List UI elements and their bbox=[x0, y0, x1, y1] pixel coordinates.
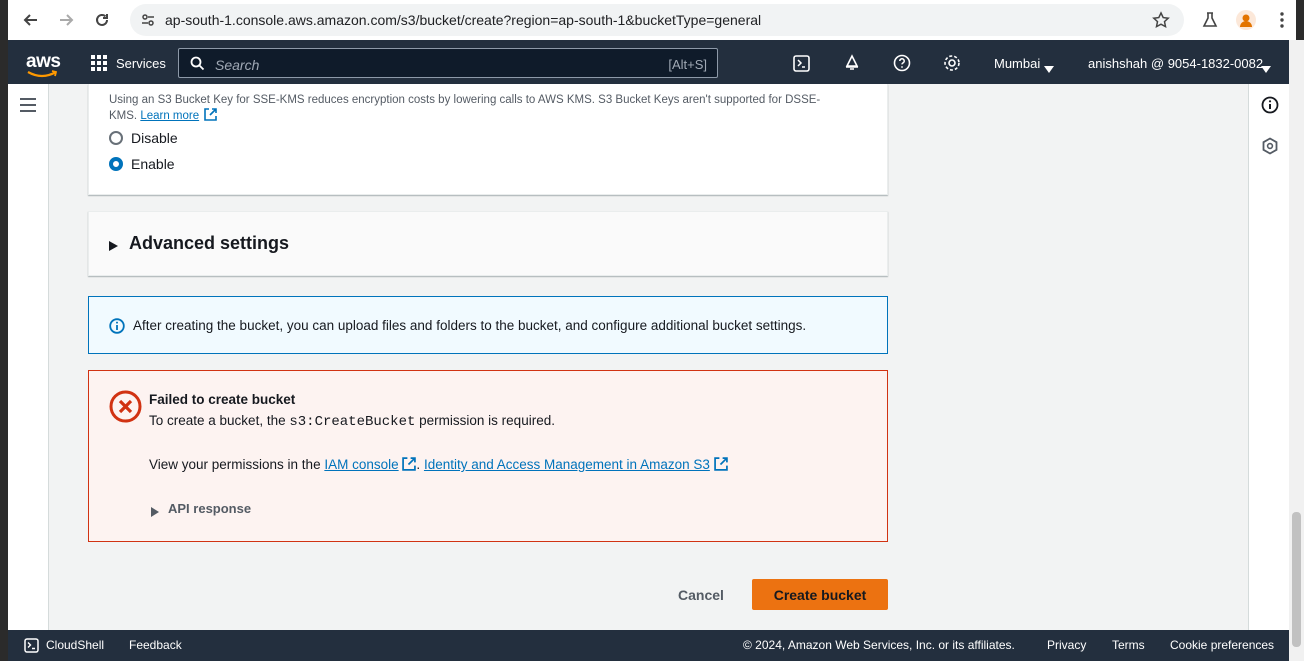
back-arrow-icon[interactable] bbox=[20, 9, 42, 31]
search-shortcut: [Alt+S] bbox=[668, 57, 707, 72]
search-input[interactable]: Search [Alt+S] bbox=[178, 48, 718, 78]
permissions-line: View your permissions in the IAM console… bbox=[149, 457, 728, 474]
privacy-link[interactable]: Privacy bbox=[1047, 638, 1086, 652]
console-footer: CloudShell Feedback © 2024, Amazon Web S… bbox=[8, 630, 1289, 661]
caret-right-icon bbox=[109, 238, 118, 256]
site-settings-icon[interactable] bbox=[140, 12, 156, 33]
scrollbar-thumb[interactable] bbox=[1292, 512, 1301, 647]
radio-enable[interactable] bbox=[109, 157, 123, 171]
error-title: Failed to create bucket bbox=[149, 392, 296, 407]
info-alert: After creating the bucket, you can uploa… bbox=[88, 296, 888, 354]
permission-code: s3:CreateBucket bbox=[289, 414, 416, 430]
terms-link[interactable]: Terms bbox=[1112, 638, 1145, 652]
error-message-pre: To create a bucket, the bbox=[149, 413, 286, 428]
bucket-key-card: Using an S3 Bucket Key for SSE-KMS reduc… bbox=[88, 84, 888, 195]
account-menu[interactable]: anishshah @ 9054-1832-0082 bbox=[1088, 56, 1263, 71]
cloudshell-icon[interactable] bbox=[24, 638, 39, 658]
caret-down-icon bbox=[1261, 60, 1271, 78]
left-nav-rail bbox=[8, 84, 49, 630]
aws-smile-icon bbox=[27, 70, 58, 78]
cloudshell-icon[interactable] bbox=[793, 55, 810, 77]
radio-disable-label[interactable]: Disable bbox=[131, 130, 178, 146]
notifications-bell-icon[interactable] bbox=[843, 54, 861, 77]
search-icon bbox=[190, 56, 205, 76]
cloudshell-link[interactable]: CloudShell bbox=[46, 638, 104, 652]
radio-disable[interactable] bbox=[109, 131, 123, 145]
bookmark-star-icon[interactable] bbox=[1152, 11, 1170, 34]
info-alert-text: After creating the bucket, you can uploa… bbox=[133, 318, 807, 333]
info-panel-icon[interactable] bbox=[1261, 96, 1279, 119]
aws-top-nav: aws Services Search [Alt+S] Mumbai anish… bbox=[8, 40, 1289, 84]
permissions-text: View your permissions in the bbox=[149, 457, 321, 472]
forward-arrow-icon[interactable] bbox=[55, 9, 77, 31]
search-placeholder: Search bbox=[215, 57, 260, 73]
caret-right-icon[interactable] bbox=[151, 504, 159, 522]
external-link-icon bbox=[402, 457, 417, 474]
error-message: To create a bucket, the s3:CreateBucket … bbox=[149, 413, 555, 430]
learn-more-link[interactable]: Learn more bbox=[140, 110, 199, 122]
info-circle-icon bbox=[109, 318, 125, 339]
advanced-settings-title[interactable]: Advanced settings bbox=[129, 233, 289, 254]
error-alert: Failed to create bucket To create a buck… bbox=[88, 370, 888, 542]
bucket-key-description: Using an S3 Bucket Key for SSE-KMS reduc… bbox=[109, 92, 869, 126]
services-menu[interactable]: Services bbox=[116, 56, 166, 71]
feedback-link[interactable]: Feedback bbox=[129, 638, 182, 652]
api-response-toggle[interactable]: API response bbox=[168, 501, 251, 516]
help-icon[interactable] bbox=[893, 54, 911, 77]
cookie-preferences-link[interactable]: Cookie preferences bbox=[1170, 638, 1274, 652]
error-x-circle-icon bbox=[109, 390, 142, 428]
reload-icon[interactable] bbox=[91, 9, 113, 31]
copyright-text: © 2024, Amazon Web Services, Inc. or its… bbox=[743, 638, 1015, 652]
radio-enable-label[interactable]: Enable bbox=[131, 156, 175, 172]
caret-down-icon bbox=[1044, 60, 1054, 78]
external-link-icon bbox=[204, 108, 218, 126]
advanced-settings-section[interactable]: Advanced settings bbox=[88, 211, 888, 276]
services-grid-icon[interactable] bbox=[91, 55, 107, 76]
bucket-key-text-cont: KMS. bbox=[109, 110, 138, 122]
browser-toolbar: ap-south-1.console.aws.amazon.com/s3/buc… bbox=[8, 0, 1296, 40]
create-bucket-button[interactable]: Create bucket bbox=[752, 579, 888, 610]
hamburger-menu-icon[interactable] bbox=[20, 98, 36, 117]
address-bar[interactable]: ap-south-1.console.aws.amazon.com/s3/buc… bbox=[130, 4, 1184, 36]
cloudshell-hexagon-icon[interactable] bbox=[1261, 137, 1279, 160]
link-separator: . bbox=[416, 457, 421, 472]
iam-console-link[interactable]: IAM console bbox=[324, 457, 398, 472]
region-selector[interactable]: Mumbai bbox=[994, 56, 1040, 71]
iam-s3-link[interactable]: Identity and Access Management in Amazon… bbox=[424, 457, 710, 472]
external-link-icon bbox=[713, 457, 728, 474]
cancel-button[interactable]: Cancel bbox=[666, 579, 736, 610]
profile-avatar-icon[interactable] bbox=[1236, 10, 1256, 30]
bucket-key-text: Using an S3 Bucket Key for SSE-KMS reduc… bbox=[109, 94, 821, 106]
error-message-post: permission is required. bbox=[419, 413, 555, 428]
right-tools-rail bbox=[1248, 84, 1289, 630]
url-text: ap-south-1.console.aws.amazon.com/s3/buc… bbox=[165, 12, 762, 28]
settings-gear-icon[interactable] bbox=[943, 54, 961, 77]
more-menu-icon[interactable] bbox=[1274, 11, 1290, 34]
labs-flask-icon[interactable] bbox=[1201, 11, 1219, 34]
